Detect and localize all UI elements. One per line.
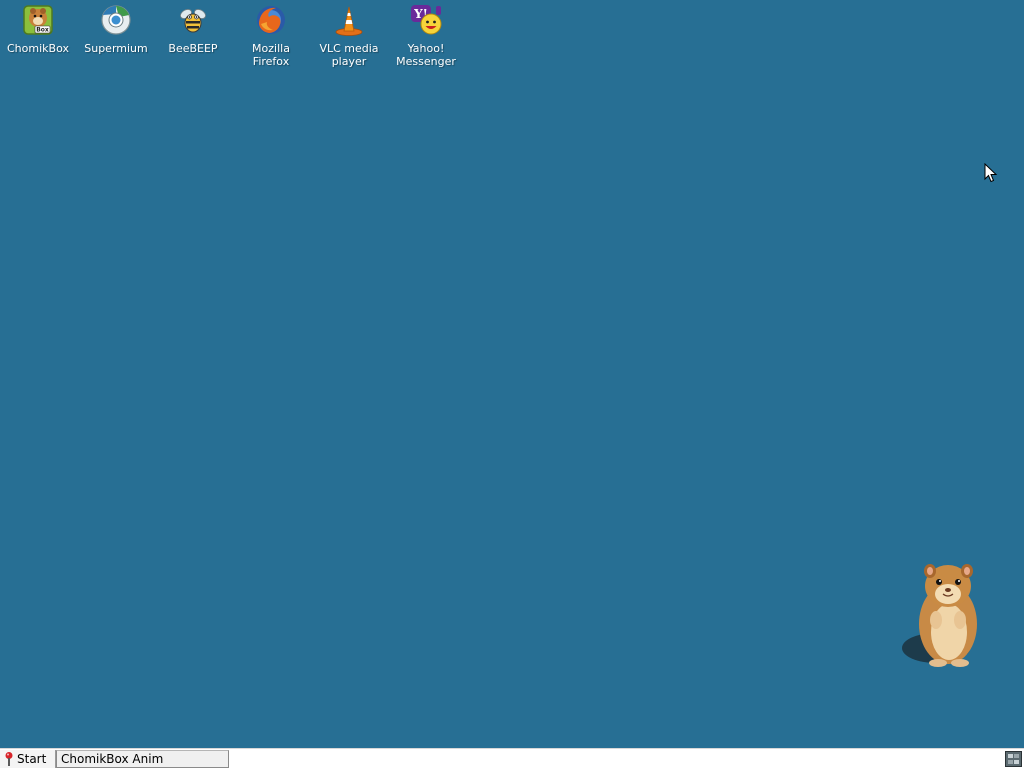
desktop-icon-vlc[interactable]: VLC media player [310,3,388,71]
desktop-icon-yahoo-messenger[interactable]: Y! Yahoo! Messenger [387,3,465,71]
desktop-icon-label: Mozilla Firefox [252,42,290,68]
desktop-icon-label: VLC media player [319,42,379,68]
beebeep-icon [180,9,206,33]
taskbar-button-chomikbox-anim[interactable]: ChomikBox Anim [56,750,229,768]
desktop-icon-label: Supermium [84,42,148,55]
task-label: ChomikBox Anim [61,752,164,766]
mouse-cursor-icon [984,163,998,183]
taskbar: Start ChomikBox Anim [0,748,1024,768]
supermium-icon [101,5,131,35]
hamster-icon[interactable] [898,560,994,670]
start-icon [5,752,13,766]
chomikbox-icon: Box [23,5,53,35]
desktop-icon-label: ChomikBox [7,42,69,55]
vlc-icon [335,6,363,36]
svg-text:Box: Box [36,27,49,34]
system-tray-icon[interactable] [1005,751,1022,767]
desktop[interactable]: Box ChomikBox Supermium BeeBEEP Mozilla … [0,0,1024,748]
desktop-icon-label: BeeBEEP [168,42,218,55]
desktop-icon-beebeep[interactable]: BeeBEEP [154,3,232,71]
desktop-icon-supermium[interactable]: Supermium [77,3,155,71]
desktop-icon-label: Yahoo! Messenger [396,42,456,68]
firefox-icon [257,6,285,34]
start-button[interactable]: Start [0,750,56,768]
yahoo-messenger-icon: Y! [411,5,442,35]
desktop-icon-chomikbox[interactable]: Box ChomikBox [0,3,77,71]
start-label: Start [17,752,47,766]
desktop-icon-firefox[interactable]: Mozilla Firefox [232,3,310,71]
